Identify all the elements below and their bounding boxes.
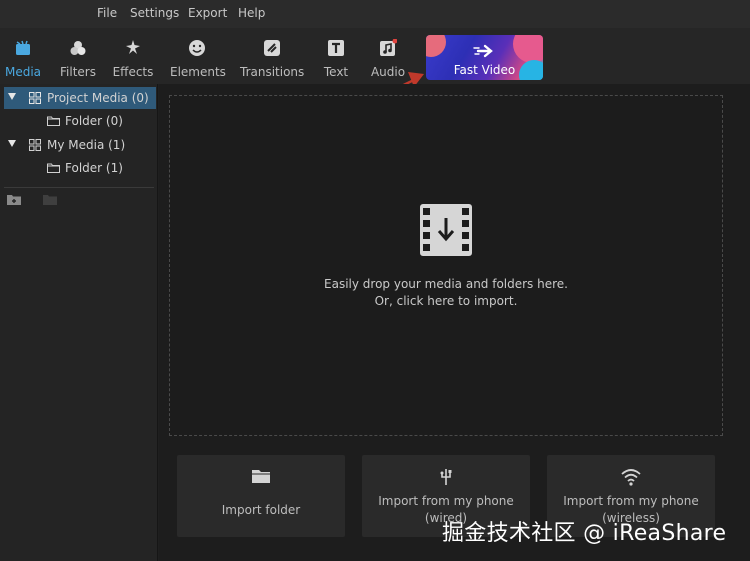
drop-hint-line1: Easily drop your media and folders here.: [324, 277, 568, 291]
tab-elements-label: Elements: [170, 65, 226, 79]
import-wired-label-line1: Import from my phone: [378, 494, 514, 508]
fast-video-button[interactable]: Fast Video: [426, 35, 543, 80]
audio-icon: [380, 39, 397, 56]
menu-settings[interactable]: Settings: [130, 6, 179, 20]
folder-icon: [47, 163, 60, 173]
tab-filters[interactable]: Filters: [58, 28, 98, 84]
tab-media[interactable]: Media: [2, 28, 44, 84]
tree-item-label: Folder (0): [65, 114, 123, 128]
decor-blob: [513, 35, 543, 63]
effects-icon: [126, 40, 140, 54]
tree-item-folder[interactable]: Folder (0): [4, 110, 156, 132]
media-panel: Easily drop your media and folders here.…: [159, 84, 750, 561]
tree-item-project-media[interactable]: Project Media (0): [4, 87, 156, 109]
folder-icon[interactable]: [43, 193, 57, 205]
media-icon: [16, 40, 30, 55]
media-drop-zone[interactable]: Easily drop your media and folders here.…: [169, 95, 723, 436]
menu-help[interactable]: Help: [238, 6, 265, 20]
tab-elements[interactable]: Elements: [170, 28, 226, 84]
filters-icon: [70, 41, 86, 55]
wifi-icon: [621, 469, 641, 486]
grid-icon: [29, 92, 41, 104]
folder-icon: [252, 470, 270, 483]
tree-item-label: Folder (1): [65, 161, 123, 175]
tab-filters-label: Filters: [60, 65, 96, 79]
fast-forward-icon: [473, 44, 493, 58]
expand-triangle-icon[interactable]: [8, 93, 16, 100]
import-wireless-label-line1: Import from my phone: [563, 494, 699, 508]
tab-media-label: Media: [4, 65, 42, 79]
elements-icon: [189, 40, 205, 56]
tab-effects-label: Effects: [112, 65, 154, 79]
menu-export[interactable]: Export: [188, 6, 227, 20]
fast-video-label: Fast Video: [453, 63, 516, 77]
sidebar-divider: [4, 187, 154, 188]
tree-item-label: My Media (1): [47, 138, 126, 152]
film-download-icon: [420, 204, 472, 256]
decor-blob: [426, 35, 446, 57]
grid-icon: [29, 139, 41, 151]
import-folder-label: Import folder: [221, 503, 301, 517]
tree-item-label: Project Media (0): [47, 91, 149, 105]
tree-item-folder[interactable]: Folder (1): [4, 157, 156, 179]
tree-item-my-media[interactable]: My Media (1): [4, 134, 156, 156]
tab-effects[interactable]: Effects: [112, 28, 154, 84]
text-icon: [328, 40, 344, 56]
expand-triangle-icon[interactable]: [8, 140, 16, 147]
media-library-sidebar: Project Media (0) Folder (0) My Media (1…: [0, 84, 158, 561]
usb-icon: [440, 469, 452, 485]
add-folder-icon[interactable]: [7, 193, 21, 205]
transitions-icon: [264, 40, 280, 56]
menu-bar: File Settings Export Help: [0, 0, 750, 28]
watermark-text: 掘金技术社区 @ iReaShare: [442, 521, 727, 546]
menu-file[interactable]: File: [97, 6, 117, 20]
drop-hint-line2: Or, click here to import.: [374, 294, 518, 308]
folder-icon: [47, 116, 60, 126]
tab-transitions[interactable]: Transitions: [240, 28, 304, 84]
tab-transitions-label: Transitions: [240, 65, 305, 79]
import-folder-button[interactable]: Import folder: [177, 455, 345, 537]
